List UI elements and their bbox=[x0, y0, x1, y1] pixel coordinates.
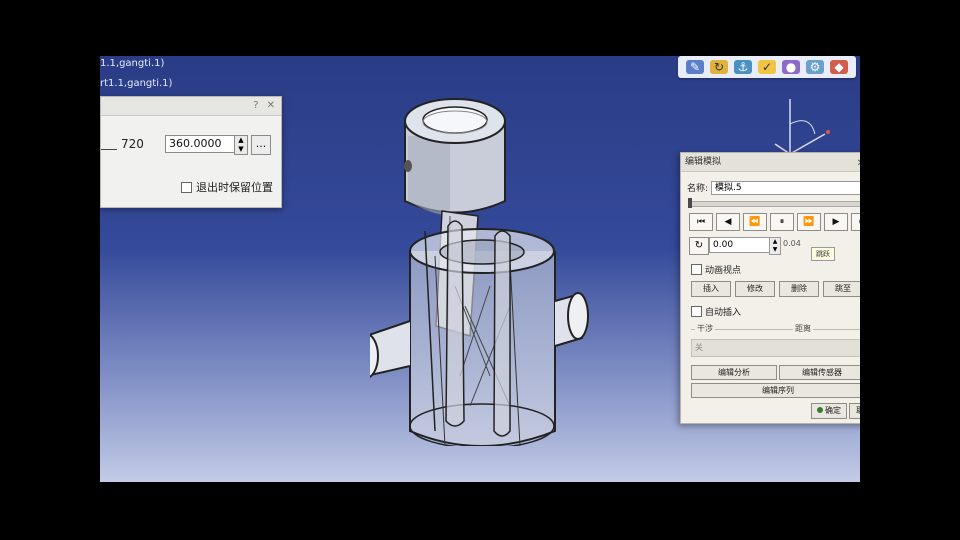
pause-button[interactable]: ⏸ bbox=[770, 213, 794, 231]
animate-viewpoint-checkbox[interactable] bbox=[691, 264, 702, 275]
catia-viewport[interactable]: 1.1,gangti.1) rt1.1,gangti.1) ✎ ↻ ⚓ ✓ ● … bbox=[100, 56, 860, 482]
simulation-name-input[interactable]: 模拟.5 bbox=[711, 181, 860, 195]
cancel-button[interactable]: 取 bbox=[849, 403, 860, 419]
name-label: 名称: bbox=[687, 184, 709, 194]
jump-tooltip: 跳跃 bbox=[811, 247, 835, 261]
edit-sensor-button[interactable]: 编辑传感器 bbox=[779, 365, 860, 380]
angle-input[interactable]: 360.0000 bbox=[165, 135, 238, 153]
dialog-title: 编辑模拟 bbox=[685, 157, 722, 167]
angle-dialog-titlebar[interactable]: ? ✕ bbox=[101, 97, 281, 116]
anchor-icon[interactable]: ⚓ bbox=[734, 60, 752, 74]
step-mode-icon[interactable]: ↻ bbox=[689, 237, 709, 255]
jump-start-button[interactable]: ⏮ bbox=[689, 213, 713, 231]
ok-label: 确定 bbox=[825, 406, 841, 415]
check-icon[interactable]: ✓ bbox=[758, 60, 776, 74]
auto-insert-checkbox[interactable] bbox=[691, 306, 702, 317]
step-value-spinner[interactable]: ▲ ▼ bbox=[769, 237, 781, 255]
step-value-input[interactable]: 0.00 bbox=[709, 237, 770, 253]
palette-icon[interactable]: ◆ bbox=[830, 60, 848, 74]
keep-position-label: 退出时保留位置 bbox=[196, 181, 273, 194]
play-backward-button[interactable]: ◀ bbox=[716, 213, 740, 231]
play-forward-button[interactable]: ▶ bbox=[824, 213, 848, 231]
interference-label: 干涉 bbox=[695, 323, 715, 334]
analysis-state-field: 关 bbox=[691, 339, 860, 357]
timeline-slider[interactable] bbox=[688, 198, 860, 208]
edit-simulation-dialog: 编辑模拟 ✕ 名称: 模拟.5 ⏮ ◀ ⏪ ⏸ ⏩ ▶ ⏭ ↻ 0.00 ▲▼ … bbox=[680, 152, 860, 424]
edit-simulation-titlebar[interactable]: 编辑模拟 ✕ bbox=[681, 153, 860, 172]
edit-analysis-button[interactable]: 编辑分析 bbox=[691, 365, 777, 380]
field-underline bbox=[101, 149, 117, 150]
step-forward-button[interactable]: ⏩ bbox=[797, 213, 821, 231]
auto-insert-option[interactable]: 自动插入 bbox=[691, 305, 741, 318]
distance-label: 距离 bbox=[793, 323, 813, 334]
cylinder-part[interactable] bbox=[409, 220, 556, 446]
keyframe-buttons: 插入 修改 删除 跳至 bbox=[691, 281, 860, 297]
spec-tree-line-2[interactable]: rt1.1,gangti.1) bbox=[100, 78, 172, 89]
modify-button[interactable]: 修改 bbox=[735, 281, 775, 297]
auto-insert-label: 自动插入 bbox=[705, 308, 742, 318]
angle-spinner[interactable]: ▲ ▼ bbox=[234, 135, 248, 155]
playback-controls: ⏮ ◀ ⏪ ⏸ ⏩ ▶ ⏭ bbox=[689, 213, 860, 231]
close-icon[interactable]: ✕ bbox=[267, 100, 275, 111]
ok-icon bbox=[817, 407, 823, 413]
sketch-icon[interactable]: ✎ bbox=[686, 60, 704, 74]
delete-button[interactable]: 删除 bbox=[779, 281, 819, 297]
right-pin-part[interactable] bbox=[554, 292, 589, 347]
max-value-label: 720 bbox=[121, 137, 144, 151]
close-icon[interactable]: ✕ bbox=[857, 155, 860, 173]
timeline-slider-thumb[interactable] bbox=[688, 198, 692, 208]
top-toolbar: ✎ ↻ ⚓ ✓ ● ⚙ ◆ bbox=[678, 56, 856, 78]
insert-button[interactable]: 插入 bbox=[691, 281, 731, 297]
sphere-icon[interactable]: ● bbox=[782, 60, 800, 74]
ok-button[interactable]: 确定 bbox=[811, 403, 847, 419]
step-unit-label: 0.04 bbox=[783, 239, 801, 248]
gear-icon[interactable]: ⚙ bbox=[806, 60, 824, 74]
more-button[interactable]: ... bbox=[251, 135, 271, 155]
keep-position-option[interactable]: 退出时保留位置 bbox=[181, 179, 273, 195]
left-pin-part[interactable] bbox=[370, 320, 411, 378]
rotate-icon[interactable]: ↻ bbox=[710, 60, 728, 74]
edit-sequence-button[interactable]: 编辑序列 bbox=[691, 383, 860, 398]
jump-to-button[interactable]: 跳至 bbox=[823, 281, 860, 297]
angle-dialog: ? ✕ 720 360.0000 ▲ ▼ ... 退出时保留位置 bbox=[100, 96, 282, 208]
piston-part[interactable] bbox=[404, 98, 506, 216]
help-icon[interactable]: ? bbox=[253, 100, 258, 111]
animate-viewpoint-label: 动画视点 bbox=[705, 266, 742, 276]
animate-viewpoint-option[interactable]: 动画视点 bbox=[691, 263, 741, 276]
step-backward-button[interactable]: ⏪ bbox=[743, 213, 767, 231]
spec-tree-line-1[interactable]: 1.1,gangti.1) bbox=[100, 58, 164, 69]
keep-position-checkbox[interactable] bbox=[181, 181, 192, 193]
piston-assembly-model[interactable] bbox=[370, 76, 620, 446]
analysis-separator bbox=[691, 329, 860, 330]
jump-end-button[interactable]: ⏭ bbox=[851, 213, 860, 231]
